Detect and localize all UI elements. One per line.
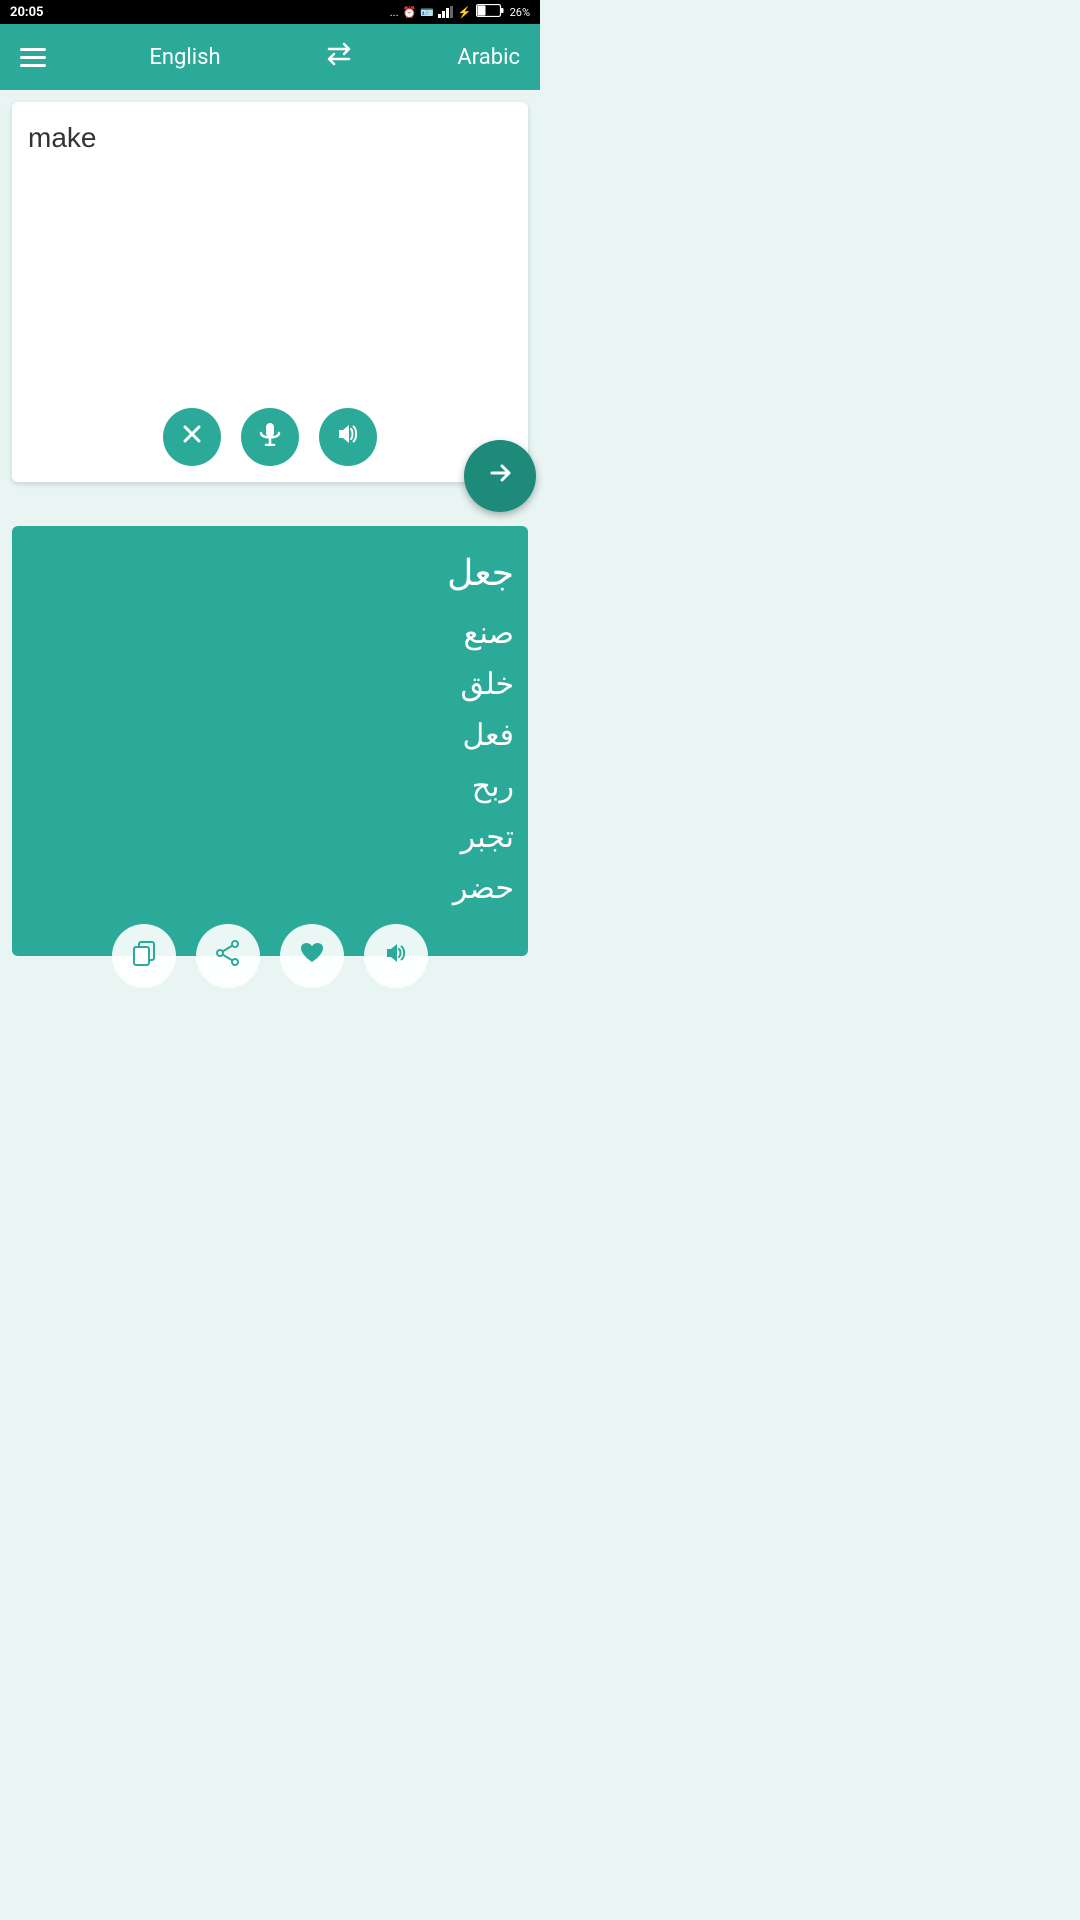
sim-icon: 🪪: [420, 6, 434, 19]
arabic-word-6: حضر: [453, 863, 514, 914]
input-section: make: [12, 102, 528, 482]
arabic-translation-container: جعل صنع خلق فعل ربح تجبر حضر: [26, 542, 514, 914]
arabic-word-1: صنع: [453, 608, 514, 659]
translate-button[interactable]: [464, 440, 536, 512]
status-dots: ...: [390, 6, 399, 19]
navbar: English Arabic: [0, 24, 540, 90]
swap-languages-button[interactable]: [324, 39, 354, 76]
charging-icon: ⚡: [458, 6, 472, 19]
status-icons: ... ⏰ 🪪 ⚡ 26%: [390, 4, 530, 20]
arabic-word-3: فعل: [453, 710, 514, 761]
arabic-word-4: ربح: [453, 761, 514, 812]
battery-icon: [476, 4, 504, 20]
status-time: 20:05: [10, 5, 44, 20]
copy-button[interactable]: [112, 924, 176, 988]
menu-button[interactable]: [20, 48, 46, 67]
arabic-word-2: خلق: [453, 659, 514, 710]
input-action-buttons: [28, 398, 512, 466]
copy-icon: [131, 940, 157, 973]
speak-output-button[interactable]: [364, 924, 428, 988]
clock-icon: ⏰: [402, 6, 416, 19]
speaker-output-icon: [383, 941, 409, 972]
microphone-button[interactable]: [241, 408, 299, 466]
close-icon: [181, 423, 203, 451]
mic-icon: [259, 422, 281, 452]
battery-percent: 26%: [510, 6, 530, 19]
speaker-icon: [336, 423, 360, 451]
output-action-buttons: [26, 914, 514, 988]
arabic-alternate-words: صنع خلق فعل ربح تجبر حضر: [453, 608, 514, 914]
clear-button[interactable]: [163, 408, 221, 466]
status-bar: 20:05 ... ⏰ 🪪 ⚡ 26%: [0, 0, 540, 24]
signal-icon: [438, 6, 454, 18]
arabic-main-word: جعل: [447, 552, 514, 594]
share-button[interactable]: [196, 924, 260, 988]
arabic-word-5: تجبر: [453, 812, 514, 863]
output-section: جعل صنع خلق فعل ربح تجبر حضر: [12, 526, 528, 956]
source-text-input[interactable]: make: [28, 118, 512, 398]
target-language-label[interactable]: Arabic: [457, 45, 520, 70]
speak-input-button[interactable]: [319, 408, 377, 466]
arrow-right-icon: [486, 459, 514, 494]
heart-icon: [299, 941, 325, 972]
share-icon: [215, 940, 241, 973]
favorite-button[interactable]: [280, 924, 344, 988]
source-language-label[interactable]: English: [149, 45, 220, 70]
